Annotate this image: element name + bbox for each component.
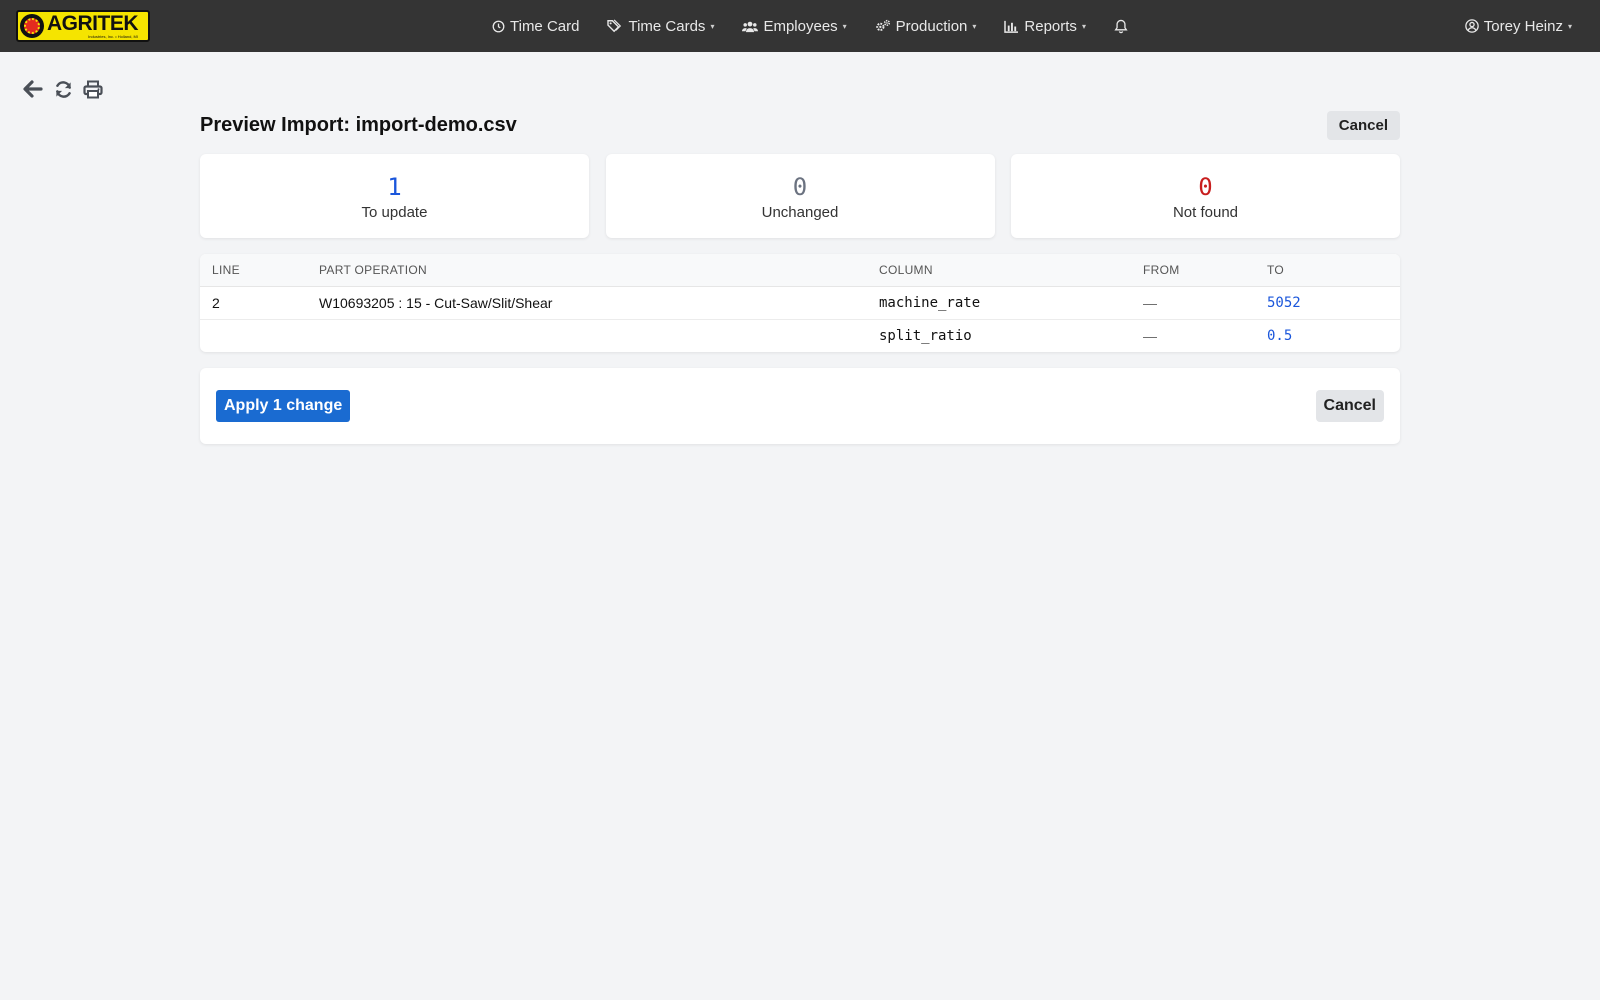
sun-logo-icon <box>20 14 44 38</box>
logo-tagline: Industries, Inc. • Holland, MI <box>88 34 138 39</box>
nav-employees-label: Employees <box>763 17 838 35</box>
table-row: split_ratio — 0.5 <box>200 319 1400 352</box>
cell-part-operation <box>307 319 867 352</box>
stat-not-found: 0 Not found <box>1011 154 1400 238</box>
cell-column: split_ratio <box>879 327 972 344</box>
stat-to-update-value: 1 <box>387 172 402 201</box>
chevron-down-icon: ▾ <box>710 21 715 31</box>
cell-from: — <box>1131 286 1255 320</box>
nav-time-card[interactable]: Time Card <box>492 18 579 35</box>
nav-production[interactable]: Production ▾ <box>875 17 977 35</box>
agritek-logo[interactable]: AGRITEK Industries, Inc. • Holland, MI <box>16 10 150 42</box>
nav-production-label: Production <box>895 17 968 35</box>
title-row: Preview Import: import-demo.csv Cancel <box>200 110 1400 140</box>
back-arrow-icon <box>23 80 43 98</box>
back-button[interactable] <box>22 78 44 100</box>
nav-time-cards[interactable]: Time Cards ▾ <box>607 18 714 35</box>
apply-changes-button[interactable]: Apply 1 change <box>216 390 351 422</box>
print-icon <box>83 80 103 98</box>
cell-from: — <box>1143 327 1157 344</box>
nav-time-cards-label: Time Cards <box>628 17 706 35</box>
chevron-down-icon: ▾ <box>1081 21 1086 31</box>
table-header-row: LINE PART OPERATION COLUMN FROM TO <box>200 254 1400 287</box>
table-row: 2 W10693205 : 15 - Cut-Saw/Slit/Shear ma… <box>200 286 1400 320</box>
header-from: FROM <box>1131 254 1255 287</box>
user-name: Torey Heinz <box>1483 17 1563 35</box>
stat-not-found-value: 0 <box>1198 172 1213 201</box>
cell-to: 5052 <box>1255 286 1400 320</box>
refresh-button[interactable] <box>52 78 74 100</box>
stat-to-update: 1 To update <box>200 154 589 238</box>
page-toolbar <box>22 78 112 100</box>
refresh-icon <box>55 80 71 98</box>
nav-reports-label: Reports <box>1024 17 1077 35</box>
stat-unchanged-value: 0 <box>792 172 808 201</box>
header-part-operation: PART OPERATION <box>307 254 867 287</box>
chevron-down-icon: ▾ <box>842 21 847 31</box>
header-to: TO <box>1255 254 1400 287</box>
notifications-bell[interactable] <box>1114 19 1128 34</box>
tags-icon <box>607 19 622 33</box>
stat-unchanged: 0 Unchanged <box>605 154 995 238</box>
import-stats: 1 To update 0 Unchanged 0 Not found <box>200 154 1400 238</box>
print-button[interactable] <box>82 78 104 100</box>
cancel-button-top[interactable]: Cancel <box>1326 110 1400 140</box>
page-title: Preview Import: import-demo.csv <box>200 113 517 136</box>
cell-column: machine_rate <box>867 286 1131 320</box>
nav-reports[interactable]: Reports ▾ <box>1004 18 1086 35</box>
stat-unchanged-label: Unchanged <box>761 203 839 221</box>
cell-to: 0.5 <box>1267 327 1293 344</box>
main-nav: Time Card Time Cards ▾ Employees ▾ Produ… <box>492 0 1128 52</box>
changes-table: LINE PART OPERATION COLUMN FROM TO 2 W10… <box>200 254 1400 352</box>
stat-not-found-label: Not found <box>1172 203 1239 221</box>
logo-brand-text: AGRITEK <box>47 12 139 35</box>
cell-part-operation: W10693205 : 15 - Cut-Saw/Slit/Shear <box>307 286 867 320</box>
bar-chart-icon <box>1004 20 1019 33</box>
cell-line: 2 <box>200 286 307 320</box>
cancel-button-bottom[interactable]: Cancel <box>1315 390 1384 422</box>
stat-to-update-label: To update <box>361 203 428 221</box>
header-column: COLUMN <box>867 254 1131 287</box>
nav-time-card-label: Time Card <box>510 17 580 35</box>
chevron-down-icon: ▾ <box>1567 21 1572 31</box>
cell-line <box>200 319 307 352</box>
chevron-down-icon: ▾ <box>972 21 977 31</box>
gears-icon <box>875 19 890 31</box>
user-circle-icon <box>1465 19 1479 33</box>
action-bar: Apply 1 change Cancel <box>200 368 1400 444</box>
changes-table-card: LINE PART OPERATION COLUMN FROM TO 2 W10… <box>200 254 1400 352</box>
bell-icon <box>1114 19 1128 33</box>
top-navbar: AGRITEK Industries, Inc. • Holland, MI T… <box>0 0 1600 52</box>
header-line: LINE <box>200 254 307 287</box>
nav-employees[interactable]: Employees ▾ <box>742 17 847 35</box>
users-icon <box>742 21 759 32</box>
clock-icon <box>492 20 505 32</box>
main-content: Preview Import: import-demo.csv Cancel 1… <box>200 110 1400 444</box>
user-menu[interactable]: Torey Heinz ▾ <box>1465 0 1572 52</box>
